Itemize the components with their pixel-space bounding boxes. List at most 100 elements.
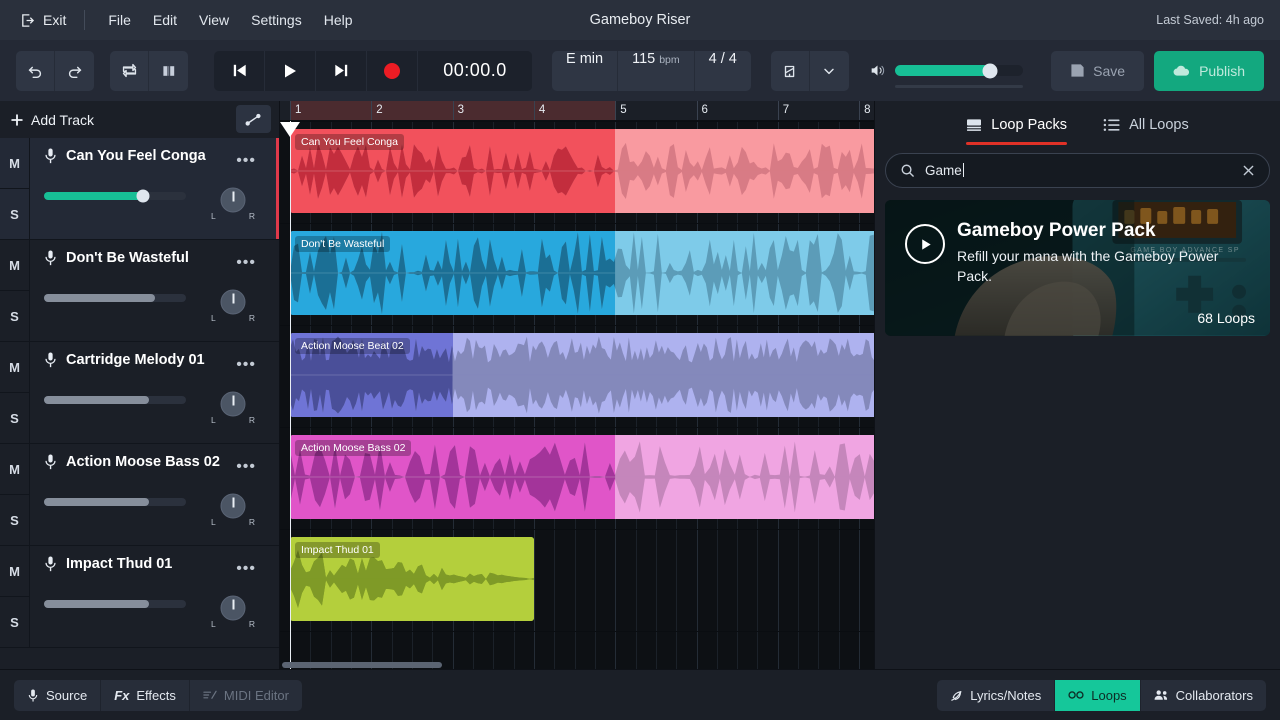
search-input[interactable]: Game (925, 163, 1232, 178)
add-track-button[interactable]: Add Track (10, 112, 94, 128)
track-header: Action Moose Bass 02 (44, 454, 267, 470)
piano-icon-button[interactable] (771, 50, 810, 91)
automation-button[interactable] (236, 105, 271, 133)
pack-play-button[interactable] (905, 224, 945, 264)
bottom-bar: Source Fx Effects MIDI Editor Lyrics/Not… (0, 669, 1280, 720)
solo-button[interactable]: S (0, 597, 29, 647)
pan-dial[interactable] (220, 187, 246, 213)
menu-edit[interactable]: Edit (142, 7, 188, 33)
pan-dial[interactable] (220, 391, 246, 417)
search-field[interactable]: Game (885, 153, 1270, 188)
daw-app: Exit File Edit View Settings Help Gamebo… (0, 0, 1280, 720)
time-display[interactable]: 00:00.0 (418, 50, 532, 91)
audio-clip[interactable]: Action Moose Beat 02 (290, 333, 874, 417)
undo-button[interactable] (16, 50, 55, 91)
menu-file[interactable]: File (97, 7, 142, 33)
mute-button[interactable]: M (0, 138, 29, 189)
mute-button[interactable]: M (0, 342, 29, 393)
menu-help[interactable]: Help (313, 7, 364, 33)
track-menu-button[interactable]: ••• (236, 254, 256, 272)
track-volume-slider[interactable] (44, 396, 186, 404)
mute-button[interactable]: M (0, 444, 29, 495)
audio-clip[interactable]: Can You Feel Conga (290, 129, 874, 213)
metronome-button[interactable] (149, 51, 188, 91)
track-menu-button[interactable]: ••• (236, 152, 256, 170)
midi-editor-button[interactable]: MIDI Editor (190, 680, 302, 711)
track-menu-button[interactable]: ••• (236, 458, 256, 476)
loop-pack-card[interactable]: GAME BOY ADVANCE SP Gameboy Power Pack R… (885, 200, 1270, 336)
timeline[interactable]: 1 2 3 4 5 6 7 8 Can You Feel Conga Don't Be Wast… (280, 101, 874, 669)
collaborators-button[interactable]: Collaborators (1141, 680, 1266, 711)
track-menu-button[interactable]: ••• (236, 560, 256, 578)
track-row[interactable]: M S Don't Be Wasteful ••• L R (0, 240, 279, 342)
track-volume-slider[interactable] (44, 498, 186, 506)
solo-button[interactable]: S (0, 189, 29, 239)
transport-bar: 00:00.0 E min 115 bpm 4 / 4 Save Publish (0, 40, 1280, 101)
master-volume[interactable] (869, 63, 1023, 88)
audio-clip[interactable]: Impact Thud 01 (290, 537, 534, 621)
save-button[interactable]: Save (1051, 50, 1145, 91)
pan-dial[interactable] (220, 493, 246, 519)
track-pan-knob[interactable]: LR (211, 280, 255, 324)
source-button[interactable]: Source (14, 679, 102, 711)
track-row[interactable]: M S Action Moose Bass 02 ••• L R (0, 444, 279, 546)
ruler-bar-number: 4 (538, 104, 546, 116)
track-pan-knob[interactable]: LR (211, 178, 255, 222)
timeline-ruler[interactable]: 1 2 3 4 5 6 7 8 (280, 101, 874, 121)
track-pan-knob[interactable]: LR (211, 484, 255, 528)
solo-button[interactable]: S (0, 393, 29, 443)
play-button[interactable] (265, 50, 316, 91)
record-button[interactable] (367, 50, 418, 91)
mic-icon (44, 148, 57, 164)
pan-right-label: R (248, 619, 255, 629)
pan-dial[interactable] (220, 289, 246, 315)
key-selector[interactable]: E min (552, 50, 619, 91)
rewind-button[interactable] (214, 50, 265, 91)
publish-button[interactable]: Publish (1154, 50, 1264, 91)
track-volume-slider[interactable] (44, 294, 186, 302)
playhead-line (290, 121, 291, 669)
redo-button[interactable] (55, 51, 94, 91)
lyrics-notes-button[interactable]: Lyrics/Notes (937, 679, 1056, 711)
audio-clip[interactable]: Don't Be Wasteful (290, 231, 874, 315)
track-row[interactable]: M S Impact Thud 01 ••• L R (0, 546, 279, 648)
track-row[interactable]: M S Can You Feel Conga ••• L R (0, 138, 279, 240)
time-signature-selector[interactable]: 4 / 4 (695, 51, 751, 91)
tempo-value: 115 (632, 50, 656, 67)
track-pan-knob[interactable]: LR (211, 382, 255, 426)
master-volume-knob[interactable] (982, 63, 998, 78)
tab-all-loops[interactable]: All Loops (1103, 101, 1189, 149)
tempo-selector[interactable]: 115 bpm (618, 50, 695, 91)
audio-clip[interactable]: Action Moose Bass 02 (290, 435, 874, 519)
menu-settings[interactable]: Settings (240, 7, 313, 33)
forward-button[interactable] (316, 50, 367, 91)
track-record-indicator (276, 138, 279, 239)
mute-button[interactable]: M (0, 240, 29, 291)
track-row-separator (280, 427, 874, 428)
clear-search-icon[interactable] (1242, 164, 1255, 177)
track-pan-knob[interactable]: LR (211, 586, 255, 630)
chevron-down-icon-button[interactable] (810, 51, 849, 91)
loops-button[interactable]: Loops (1055, 679, 1141, 711)
panel-toggles: Lyrics/Notes Loops Collaborators (937, 679, 1266, 711)
solo-button[interactable]: S (0, 495, 29, 545)
song-info-group: E min 115 bpm 4 / 4 (552, 50, 751, 91)
loop-toggle-button[interactable] (110, 50, 149, 91)
mute-button[interactable]: M (0, 546, 29, 597)
tab-loop-packs[interactable]: Loop Packs (966, 101, 1067, 149)
timeline-horizontal-scrollbar[interactable] (282, 662, 442, 668)
track-volume-slider[interactable] (44, 189, 186, 203)
track-volume-knob[interactable] (136, 189, 150, 203)
solo-button[interactable]: S (0, 291, 29, 341)
exit-button[interactable]: Exit (14, 8, 72, 32)
track-row[interactable]: M S Cartridge Melody 01 ••• L R (0, 342, 279, 444)
ruler-tick (777, 101, 779, 120)
playhead-handle[interactable] (280, 122, 300, 137)
pan-dial[interactable] (220, 595, 246, 621)
master-volume-slider[interactable] (894, 63, 1023, 88)
menu-view[interactable]: View (188, 7, 240, 33)
effects-label: Effects (136, 687, 176, 703)
track-menu-button[interactable]: ••• (236, 356, 256, 374)
track-volume-slider[interactable] (44, 600, 186, 608)
effects-button[interactable]: Fx Effects (101, 679, 190, 711)
